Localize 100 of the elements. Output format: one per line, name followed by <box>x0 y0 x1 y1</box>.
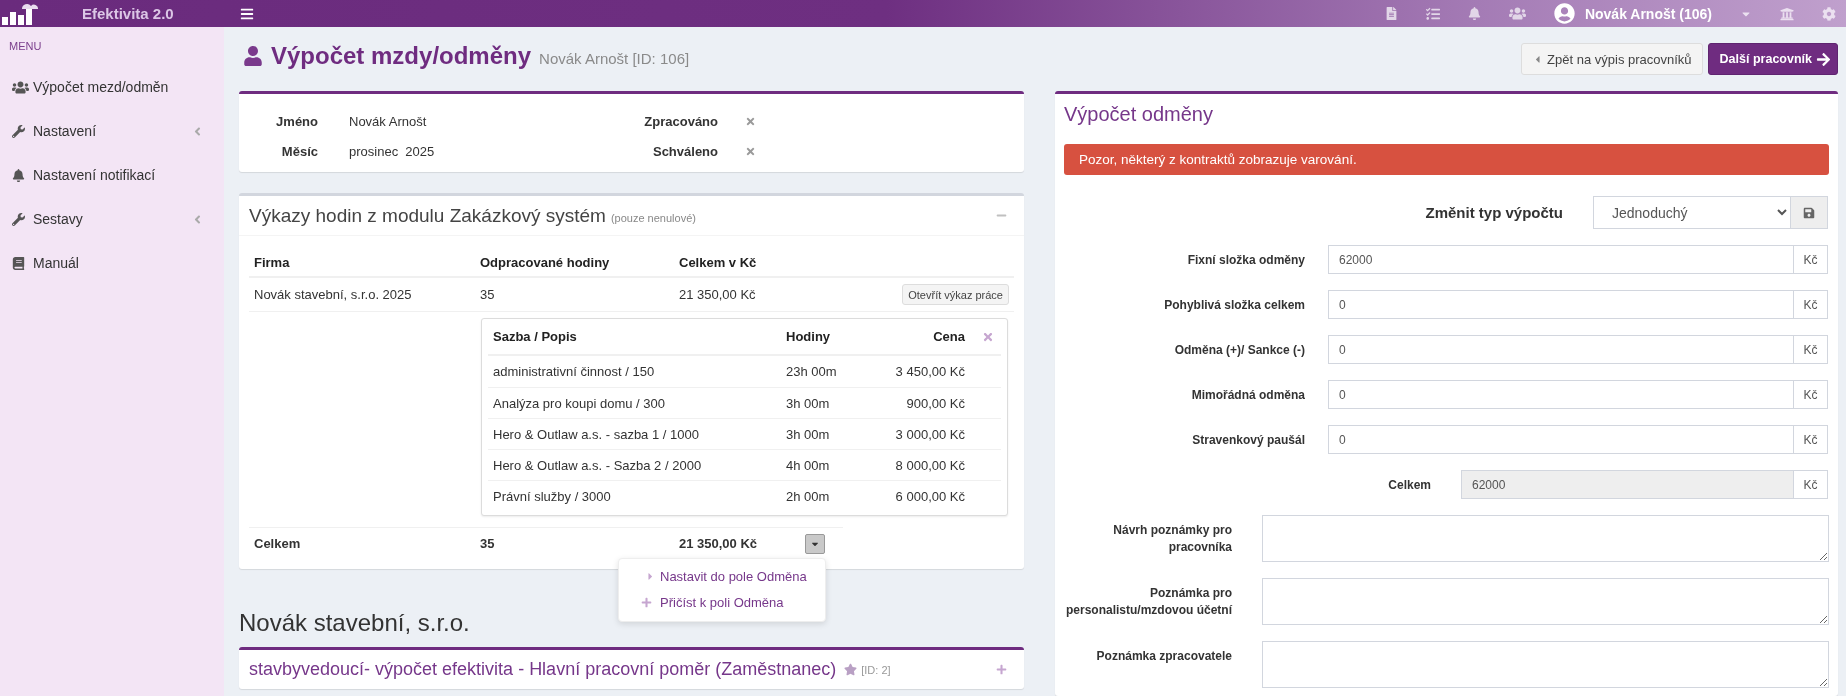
sidebar-item[interactable]: Nastavení notifikací <box>0 153 224 197</box>
table-cell-text: 35 <box>479 536 496 551</box>
menu-icon[interactable] <box>240 6 254 21</box>
book-icon <box>12 256 25 270</box>
table-cell-text: 900,00 Kč <box>905 395 966 411</box>
field-label: Poznámka pro personalistu/mzdovou účetní <box>1064 585 1232 619</box>
menu-item[interactable]: Přičíst k poli Odměna <box>619 589 825 616</box>
arrow-right-icon <box>1816 51 1831 67</box>
column-header: Sazba / Popis <box>492 329 578 344</box>
warning-alert: Pozor, některý z kontraktů zobrazuje varování. <box>1064 144 1829 175</box>
sidebar-item[interactable]: Výpočet mezd/odměn <box>0 65 224 109</box>
column-header: Cena <box>932 329 966 344</box>
table-cell-text: Hero & Outlaw a.s. - sazba 1 / 1000 <box>492 426 700 442</box>
page-title: Výpočet mzdy/odměny <box>271 42 532 70</box>
table-cell-text: 3h 00m <box>785 426 831 442</box>
field-value: prosinec 2025 <box>349 143 435 159</box>
table-cell-text: 4h 00m <box>785 457 831 473</box>
bell-icon[interactable] <box>1467 7 1481 20</box>
plus-icon[interactable] <box>996 664 1007 675</box>
field-label: Mimořádná odměna <box>1191 387 1305 402</box>
save-button[interactable] <box>1791 196 1828 229</box>
dropdown-button[interactable] <box>805 533 825 554</box>
table-cell-text: Novák stavební, s.r.o. 2025 <box>253 287 413 302</box>
star-icon <box>844 663 858 676</box>
amount-field[interactable]: 0 <box>1328 425 1794 454</box>
company-heading: Novák stavební, s.r.o. <box>239 608 470 638</box>
column-header: Firma <box>253 254 291 270</box>
amount-field[interactable]: 62000 <box>1328 245 1794 274</box>
field-label: Odměna (+)/ Sankce (-) <box>1174 342 1305 357</box>
status-label: Schváleno <box>651 143 718 159</box>
currency-addon: Kč <box>1794 335 1828 364</box>
total-field[interactable]: 62000 <box>1461 470 1794 499</box>
menu-item[interactable]: Nastavit do pole Odměna <box>619 563 825 590</box>
card-title: Výpočet odměny <box>1064 101 1213 127</box>
table-cell-text: Právní služby / 3000 <box>492 488 612 504</box>
table-cell-text: Analýza pro koupi domu / 300 <box>492 395 666 411</box>
table-cell-text: Celkem <box>253 536 302 551</box>
bell-icon <box>12 168 25 182</box>
settings-icon[interactable] <box>1822 6 1836 21</box>
amount-field[interactable]: 0 <box>1328 335 1794 364</box>
building-icon[interactable] <box>1780 6 1794 21</box>
open-timesheet-button[interactable]: Otevřít výkaz práce <box>902 284 1009 305</box>
column-header: Hodiny <box>785 329 832 344</box>
page-subtitle: Novák Arnošt [ID: 106] <box>539 50 690 67</box>
save-icon <box>1803 206 1815 219</box>
table-cell-text: 23h 00m <box>785 364 838 379</box>
field-label: Návrh poznámky pro pracovníka <box>1112 522 1232 556</box>
field-label: Pohyblivá složka celkem <box>1164 297 1305 312</box>
logo-icon[interactable] <box>2 2 38 25</box>
currency-addon: Kč <box>1794 470 1828 499</box>
currency-addon: Kč <box>1794 290 1828 319</box>
field-label: Měsíc <box>280 143 318 159</box>
user-icon <box>243 46 263 66</box>
amount-field[interactable]: 0 <box>1328 290 1794 319</box>
amount-field[interactable]: 0 <box>1328 380 1794 409</box>
table-cell-text: 6 000,00 Kč <box>894 488 966 504</box>
menu-heading: MENU <box>8 39 43 53</box>
note-field[interactable] <box>1262 641 1829 688</box>
table-cell-text: Hero & Outlaw a.s. - Sazba 2 / 2000 <box>492 457 703 473</box>
field-label: Fixní složka odměny <box>1187 252 1305 267</box>
table-cell-text: 35 <box>479 287 496 302</box>
table-cell-text: 21 350,00 Kč <box>678 287 757 302</box>
avatar-icon[interactable] <box>1553 3 1575 24</box>
currency-addon: Kč <box>1794 245 1828 274</box>
contract-id: [ID: 2] <box>861 663 891 676</box>
field-label: Jméno <box>275 113 318 129</box>
note-field[interactable] <box>1262 578 1829 625</box>
sidebar-item[interactable]: Manuál <box>0 241 224 285</box>
status-label: Zpracováno <box>643 113 718 129</box>
card-title: Výkazy hodin z modulu Zakázkový systém <box>249 204 606 227</box>
table-cell-text: 21 350,00 Kč <box>678 536 759 551</box>
close-icon[interactable] <box>982 330 994 343</box>
sidebar-item[interactable]: Sestavy <box>0 197 224 241</box>
checklist-icon[interactable] <box>1425 6 1440 21</box>
table-cell-text: 3 000,00 Kč <box>894 426 966 442</box>
column-header: Odpracované hodiny <box>479 254 611 270</box>
field-label: Stravenkový paušál <box>1192 432 1305 447</box>
back-button[interactable]: Zpět na výpis pracovníků <box>1521 43 1703 75</box>
plus-icon <box>641 597 652 608</box>
wrench-icon <box>12 212 25 226</box>
field-value: Novák Arnošt <box>349 113 427 129</box>
field-label: Poznámka zpracovatele <box>1096 648 1232 665</box>
users-icon[interactable] <box>1508 5 1526 22</box>
card-note: (pouze nenulové) <box>610 211 696 224</box>
document-icon[interactable] <box>1384 7 1398 20</box>
field-label: Změnit typ výpočtu <box>1425 204 1563 221</box>
currency-addon: Kč <box>1794 380 1828 409</box>
table-cell-text: 3h 00m <box>785 395 831 411</box>
column-header: Celkem v Kč <box>678 254 758 270</box>
table-cell-text: 3 450,00 Kč <box>894 364 966 379</box>
calc-type-select[interactable]: Jednoduchý <box>1593 196 1791 229</box>
sidebar-item[interactable]: Nastavení <box>0 109 224 153</box>
app-title[interactable]: Efektivita 2.0 <box>82 5 174 22</box>
table-cell-text: 8 000,00 Kč <box>894 457 966 473</box>
table-cell-text: 2h 00m <box>785 488 831 504</box>
field-label: Celkem <box>1388 477 1431 492</box>
wrench-icon <box>12 124 25 138</box>
next-button[interactable]: Další pracovník <box>1707 43 1838 75</box>
currency-addon: Kč <box>1794 425 1828 454</box>
note-field[interactable] <box>1262 515 1829 562</box>
